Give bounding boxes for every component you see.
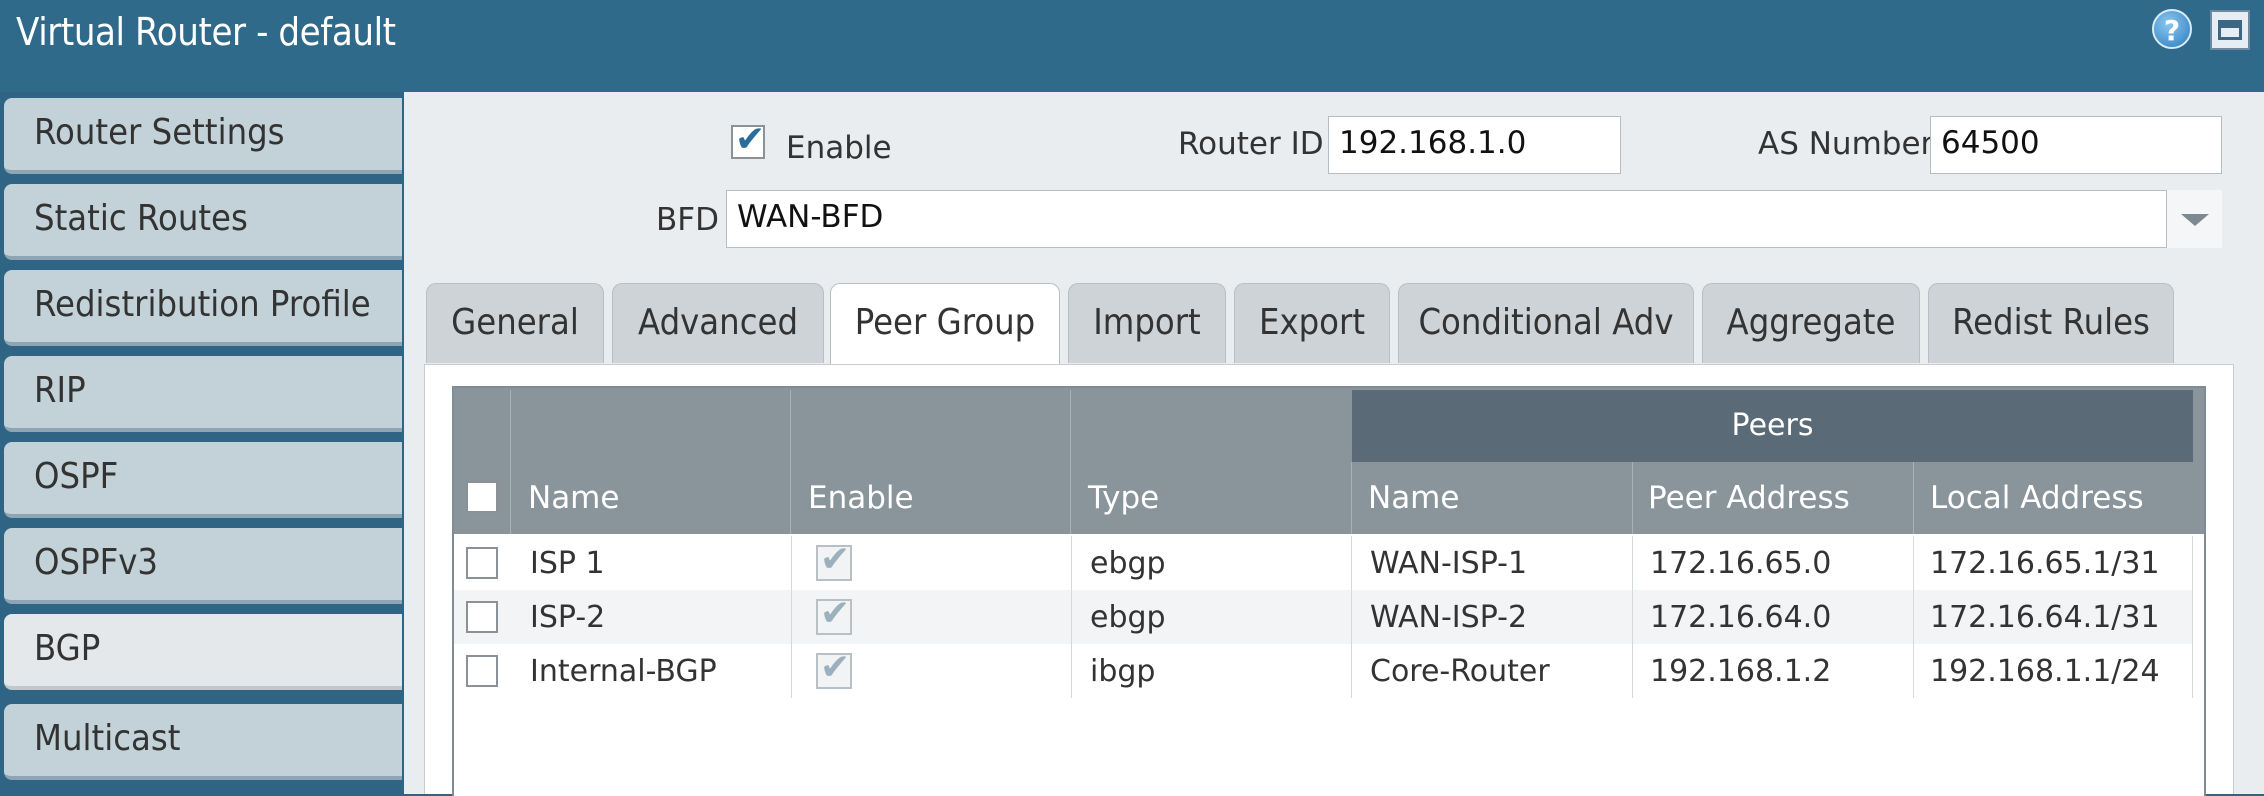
window-title: Virtual Router - default (16, 10, 396, 54)
sidebar-item-ospfv3[interactable]: OSPFv3 (4, 528, 402, 604)
sidebar-item-label: BGP (34, 628, 101, 669)
peers-group-header: Peers (1352, 390, 2193, 462)
enable-checkbox[interactable] (731, 119, 765, 160)
sidebar-item-multicast[interactable]: Multicast (4, 704, 402, 780)
column-header-peer-address[interactable]: Peer Address (1648, 480, 1850, 516)
as-number-label: AS Number (1758, 126, 1934, 162)
help-icon[interactable]: ? (2152, 9, 2192, 49)
table-row[interactable]: ISP 1 ebgp WAN-ISP-1 172.16.65.0 172.16.… (454, 536, 2192, 590)
row-local-address: 172.16.65.1/31 (1930, 546, 2160, 581)
tab-general[interactable]: General (426, 283, 604, 363)
row-peer-name: Core-Router (1370, 654, 1550, 689)
row-local-address: 172.16.64.1/31 (1930, 600, 2160, 635)
sidebar-item-label: Static Routes (34, 198, 248, 239)
tab-aggregate[interactable]: Aggregate (1702, 283, 1920, 363)
row-divider (1351, 536, 1352, 698)
tab-label: Conditional Adv (1418, 302, 1674, 343)
sidebar-item-label: Router Settings (34, 112, 285, 153)
peers-group-label: Peers (1731, 408, 1814, 443)
router-id-label: Router ID (1178, 126, 1324, 162)
row-checkbox[interactable] (466, 601, 498, 633)
minimize-icon[interactable] (2210, 10, 2250, 50)
row-divider (1913, 536, 1914, 698)
row-type: ebgp (1090, 546, 1166, 581)
sidebar-item-label: Redistribution Profile (34, 284, 371, 325)
tab-import[interactable]: Import (1068, 283, 1226, 363)
row-enable-checkbox (816, 647, 852, 689)
as-number-input[interactable]: 64500 (1930, 116, 2222, 174)
tab-label: Advanced (637, 302, 799, 343)
header-divider (1632, 462, 1633, 534)
sidebar-item-label: OSPFv3 (34, 542, 159, 583)
tab-conditional-adv[interactable]: Conditional Adv (1398, 283, 1694, 363)
sidebar-item-ospf[interactable]: OSPF (4, 442, 402, 518)
header-divider (1351, 462, 1352, 534)
row-local-address: 192.168.1.1/24 (1930, 654, 2160, 689)
row-divider (2192, 536, 2193, 698)
header-divider (790, 390, 791, 534)
column-header-peer-name[interactable]: Name (1368, 480, 1459, 516)
column-header-name[interactable]: Name (528, 480, 619, 516)
table-row[interactable]: Internal-BGP ibgp Core-Router 192.168.1.… (454, 644, 2192, 698)
select-all-checkbox[interactable] (466, 481, 498, 513)
row-divider (791, 536, 792, 698)
sidebar: Router Settings Static Routes Redistribu… (0, 92, 404, 794)
row-peer-address: 172.16.65.0 (1650, 546, 1832, 581)
row-divider (1632, 536, 1633, 698)
row-divider (1071, 536, 1072, 698)
sidebar-item-label: OSPF (34, 456, 119, 497)
sidebar-item-redistribution-profile[interactable]: Redistribution Profile (4, 270, 402, 346)
sidebar-item-static-routes[interactable]: Static Routes (4, 184, 402, 260)
bfd-label: BFD (656, 202, 719, 238)
column-header-local-address[interactable]: Local Address (1930, 480, 2144, 516)
title-bar: Virtual Router - default ? (0, 0, 2264, 92)
row-peer-address: 192.168.1.2 (1650, 654, 1832, 689)
sidebar-item-bgp[interactable]: BGP (4, 614, 402, 690)
row-enable-checkbox (816, 593, 852, 635)
tab-redist-rules[interactable]: Redist Rules (1928, 283, 2174, 363)
header-divider (510, 390, 511, 534)
tab-label: Aggregate (1726, 302, 1896, 343)
router-id-input[interactable]: 192.168.1.0 (1328, 116, 1621, 174)
sidebar-item-router-settings[interactable]: Router Settings (4, 98, 402, 174)
tab-label: Redist Rules (1952, 302, 2150, 343)
row-name: Internal-BGP (530, 654, 717, 689)
row-peer-name: WAN-ISP-1 (1370, 546, 1528, 581)
sidebar-item-label: RIP (34, 370, 86, 411)
row-type: ebgp (1090, 600, 1166, 635)
row-name: ISP 1 (530, 546, 605, 581)
tab-advanced[interactable]: Advanced (612, 283, 824, 363)
tab-label: Peer Group (854, 302, 1036, 343)
row-name: ISP-2 (530, 600, 606, 635)
row-peer-name: WAN-ISP-2 (1370, 600, 1528, 635)
tab-peer-group[interactable]: Peer Group (830, 283, 1060, 367)
sidebar-item-label: Multicast (34, 718, 181, 759)
row-checkbox[interactable] (466, 547, 498, 579)
header-divider (1913, 462, 1914, 534)
enable-label: Enable (786, 130, 892, 166)
tab-label: Import (1093, 302, 1201, 343)
sidebar-item-rip[interactable]: RIP (4, 356, 402, 432)
row-enable-checkbox (816, 539, 852, 581)
row-checkbox[interactable] (466, 655, 498, 687)
bfd-select[interactable]: WAN-BFD (726, 190, 2222, 248)
table-row[interactable]: ISP-2 ebgp WAN-ISP-2 172.16.64.0 172.16.… (454, 590, 2192, 644)
column-header-enable[interactable]: Enable (808, 480, 914, 516)
tab-export[interactable]: Export (1234, 283, 1390, 363)
row-peer-address: 172.16.64.0 (1650, 600, 1832, 635)
column-header-type[interactable]: Type (1088, 480, 1159, 516)
chevron-down-icon[interactable] (2166, 190, 2222, 248)
row-type: ibgp (1090, 654, 1156, 689)
header-divider (1070, 390, 1071, 534)
tab-label: General (451, 302, 579, 343)
tab-label: Export (1258, 302, 1366, 343)
